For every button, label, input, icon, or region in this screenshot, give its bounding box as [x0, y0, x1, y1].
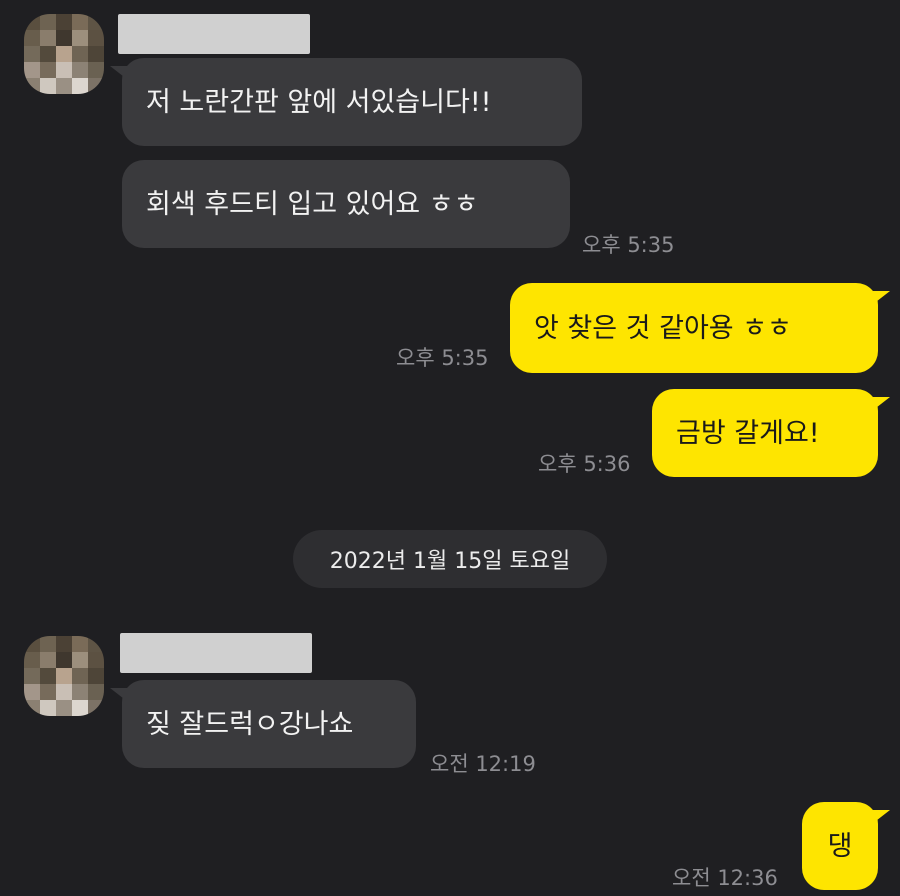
- outgoing-message-bubble[interactable]: 댕: [802, 802, 890, 890]
- sender-name-redacted: [118, 14, 310, 54]
- message-text: 앗 찾은 것 같아용 ㅎㅎ: [534, 312, 792, 344]
- date-divider: 2022년 1월 15일 토요일: [293, 530, 607, 588]
- message-text: 댕: [827, 830, 853, 862]
- message-text: 금방 갈게요!: [676, 417, 820, 449]
- message-text: 짖 잘드럭ㅇ강나쇼: [146, 708, 354, 740]
- message-timestamp: 오후 5:36: [538, 452, 631, 476]
- incoming-message-bubble[interactable]: 회색 후드티 입고 있어요 ㅎㅎ: [122, 160, 570, 248]
- avatar[interactable]: [24, 14, 104, 94]
- incoming-message-bubble[interactable]: 짖 잘드럭ㅇ강나쇼: [110, 680, 416, 768]
- avatar[interactable]: [24, 636, 104, 716]
- outgoing-message-bubble[interactable]: 앗 찾은 것 같아용 ㅎㅎ: [510, 283, 890, 373]
- outgoing-message-bubble[interactable]: 금방 갈게요!: [652, 389, 890, 477]
- message-timestamp: 오전 12:36: [672, 866, 778, 890]
- message-text: 회색 후드티 입고 있어요 ㅎㅎ: [146, 188, 479, 220]
- incoming-message-bubble[interactable]: 저 노란간판 앞에 서있습니다!!: [110, 58, 582, 146]
- message-timestamp: 오후 5:35: [582, 233, 675, 257]
- sender-name-redacted: [120, 633, 312, 673]
- message-text: 저 노란간판 앞에 서있습니다!!: [146, 86, 492, 118]
- message-timestamp: 오전 12:19: [430, 752, 536, 776]
- message-timestamp: 오후 5:35: [396, 346, 489, 370]
